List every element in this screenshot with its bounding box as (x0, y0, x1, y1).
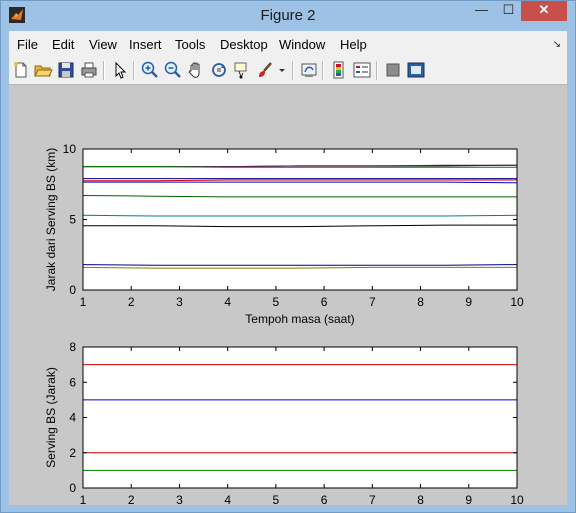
insert-colorbar-icon[interactable] (329, 60, 349, 80)
toolbar-separator (292, 61, 294, 80)
y-tick-label: 5 (69, 213, 76, 227)
x-axis-label: Tempoh masa (saat) (245, 312, 354, 326)
x-tick-label: 5 (273, 493, 280, 505)
menu-file[interactable]: File (17, 37, 38, 52)
title-bar[interactable]: Figure 2 — ☐ ✕ (1, 1, 575, 31)
plots-svg: 1 2 3 4 5 6 7 8 9 100510Tempoh masa (saat)Jarak d… (44, 142, 524, 513)
toolbar-separator (103, 61, 105, 80)
x-tick-label: 7 (369, 295, 376, 309)
menu-view[interactable]: View (89, 37, 117, 52)
brush-dropdown-icon[interactable] (277, 60, 287, 80)
close-button[interactable]: ✕ (521, 1, 567, 21)
menu-desktop[interactable]: Desktop (220, 37, 268, 52)
y-tick-label: 10 (63, 142, 77, 156)
y-tick-label: 4 (69, 411, 76, 425)
x-tick-label: 1 (80, 493, 87, 505)
x-tick-label: 6 (321, 295, 328, 309)
figure-canvas: 1 2 3 4 5 6 7 8 9 10 0 5 10 Tempoh masa (saat) Jarak d… (9, 85, 567, 513)
menu-insert[interactable]: Insert (129, 37, 162, 52)
x-tick-label: 10 (510, 493, 524, 505)
x-tick-label: 2 (128, 295, 135, 309)
y-tick-label: 0 (69, 283, 76, 297)
show-plot-tools-icon[interactable] (406, 60, 426, 80)
data-cursor-icon[interactable] (232, 60, 252, 80)
dock-figure-icon[interactable]: ↘ (553, 39, 561, 50)
axes-1: 1 2 3 4 5 6 7 8 9 10 0 5 10 Tempoh masa (saat) Jarak d… (44, 142, 524, 326)
menu-bar: File Edit View Insert Tools Desktop Wind… (9, 31, 567, 57)
x-tick-label: 1 (80, 295, 87, 309)
print-icon[interactable] (79, 60, 99, 80)
x-tick-label: 10 (510, 295, 524, 309)
x-tick-label: 3 (176, 295, 183, 309)
axes-2: 1234567891002468Tempoh masa (saat)Servin… (44, 340, 524, 513)
y-tick-label: 2 (69, 446, 76, 460)
hide-plot-tools-icon[interactable] (383, 60, 403, 80)
y-tick-label: 6 (69, 375, 76, 389)
x-tick-label: 4 (224, 493, 231, 505)
y-tick-label: 8 (69, 340, 76, 354)
zoom-out-icon[interactable] (163, 60, 183, 80)
y-axis-label: Jarak dari Serving BS (km) (44, 148, 58, 291)
save-icon[interactable] (56, 60, 76, 80)
edit-plot-arrow-icon[interactable] (110, 60, 130, 80)
maximize-button[interactable]: ☐ (495, 1, 522, 21)
figure-window: Figure 2 — ☐ ✕ File Edit View Insert Too… (0, 0, 576, 513)
menu-edit[interactable]: Edit (52, 37, 74, 52)
pan-hand-icon[interactable] (186, 60, 206, 80)
x-tick-label: 3 (176, 493, 183, 505)
rotate-3d-icon[interactable] (209, 60, 229, 80)
x-tick-label: 9 (465, 295, 472, 309)
x-tick-label: 5 (273, 295, 280, 309)
menu-help[interactable]: Help (340, 37, 367, 52)
x-tick-label: 9 (465, 493, 472, 505)
plot-background (83, 149, 517, 290)
x-tick-label: 6 (321, 493, 328, 505)
zoom-in-icon[interactable] (140, 60, 160, 80)
x-tick-label: 4 (224, 295, 231, 309)
toolbar-separator (322, 61, 324, 80)
menu-tools[interactable]: Tools (175, 37, 205, 52)
toolbar-separator (376, 61, 378, 80)
figure-client-area: File Edit View Insert Tools Desktop Wind… (9, 31, 567, 513)
brush-icon[interactable] (255, 60, 275, 80)
open-file-icon[interactable] (33, 60, 53, 80)
minimize-button[interactable]: — (468, 1, 495, 21)
x-tick-label: 2 (128, 493, 135, 505)
toolbar-separator (133, 61, 135, 80)
y-axis-label: Serving BS (Jarak) (44, 367, 58, 468)
x-tick-label: 8 (417, 493, 424, 505)
y-tick-label: 0 (69, 481, 76, 495)
insert-legend-icon[interactable] (352, 60, 372, 80)
x-tick-label: 7 (369, 493, 376, 505)
new-figure-icon[interactable] (11, 60, 31, 80)
plot-background (83, 347, 517, 488)
link-plot-icon[interactable] (299, 60, 319, 80)
menu-window[interactable]: Window (279, 37, 325, 52)
figure-toolbar (9, 57, 567, 85)
x-tick-label: 8 (417, 295, 424, 309)
